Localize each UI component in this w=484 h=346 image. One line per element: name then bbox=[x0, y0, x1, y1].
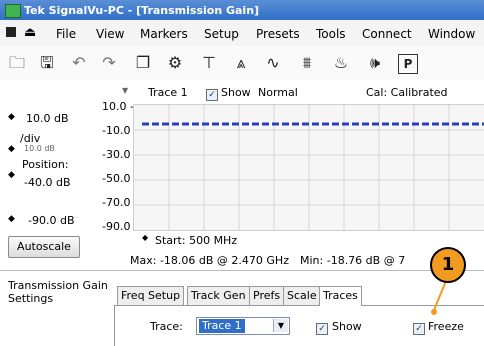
callout-leader bbox=[431, 280, 447, 315]
callout-badge: 1 bbox=[430, 247, 466, 283]
